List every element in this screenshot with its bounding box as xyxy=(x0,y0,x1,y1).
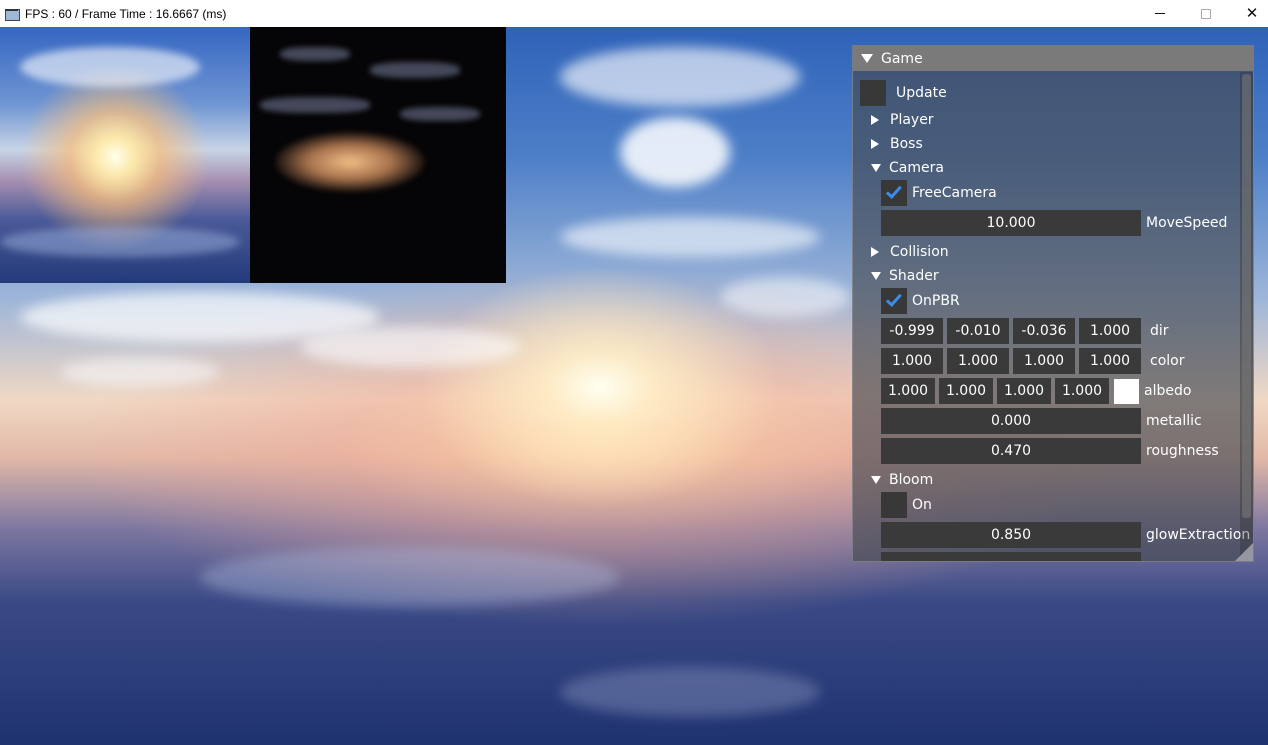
preview-sun-glow xyxy=(275,132,425,192)
skybox-preview xyxy=(0,27,250,283)
preview-cloud xyxy=(370,62,460,78)
albedo-r-drag[interactable]: 1.000 xyxy=(881,378,935,404)
minimize-icon xyxy=(1155,13,1165,14)
movespeed-label: MoveSpeed xyxy=(1146,215,1228,231)
close-icon: ✕ xyxy=(1245,4,1259,22)
color-r-drag[interactable]: 1.000 xyxy=(881,348,943,374)
tree-node-shader[interactable]: Shader xyxy=(871,264,939,288)
albedo-color-swatch[interactable] xyxy=(1114,378,1139,404)
update-row: Update xyxy=(860,80,947,106)
movespeed-drag[interactable]: 10.000 xyxy=(881,210,1141,236)
bloom-on-row: On xyxy=(881,492,932,518)
close-button[interactable]: ✕ xyxy=(1229,0,1268,27)
scrollbar-thumb[interactable] xyxy=(1242,74,1251,518)
metallic-label: metallic xyxy=(1146,413,1202,429)
preview-cloud xyxy=(0,227,240,257)
panel-content: Update Player Boss Camera FreeCamera 10.… xyxy=(853,72,1250,561)
albedo-label: albedo xyxy=(1144,383,1192,399)
tree-node-label: Camera xyxy=(889,160,944,176)
game-debug-panel[interactable]: Game Update Player Boss Camera FreeCamer… xyxy=(852,45,1254,562)
panel-scrollbar[interactable] xyxy=(1240,72,1253,561)
bloom-on-checkbox[interactable] xyxy=(881,492,907,518)
sky-cloud xyxy=(560,217,820,257)
window-titlebar[interactable]: FPS : 60 / Frame Time : 16.6667 (ms) ✕ xyxy=(0,0,1268,27)
horizon-reflection xyxy=(560,667,820,717)
maximize-button[interactable] xyxy=(1183,0,1229,27)
color-label: color xyxy=(1150,353,1185,369)
checkmark-icon xyxy=(885,289,902,307)
roughness-row: 0.470 roughness xyxy=(881,438,1219,464)
minimize-button[interactable] xyxy=(1137,0,1183,27)
update-label: Update xyxy=(896,85,947,101)
tree-node-camera[interactable]: Camera xyxy=(871,156,944,180)
color-a-drag[interactable]: 1.000 xyxy=(1079,348,1141,374)
freecamera-label: FreeCamera xyxy=(912,185,997,201)
clipped-drag[interactable] xyxy=(881,552,1141,561)
clipped-row xyxy=(881,552,1141,561)
tree-node-boss[interactable]: Boss xyxy=(871,132,923,156)
dir-x-drag[interactable]: -0.999 xyxy=(881,318,943,344)
onpbr-label: OnPBR xyxy=(912,293,960,309)
tree-node-label: Boss xyxy=(890,136,923,152)
dir-z-drag[interactable]: -0.036 xyxy=(1013,318,1075,344)
freecamera-row: FreeCamera xyxy=(881,180,997,206)
dir-label: dir xyxy=(1150,323,1169,339)
albedo-row: 1.000 1.000 1.000 1.000 albedo xyxy=(881,378,1191,404)
onpbr-row: OnPBR xyxy=(881,288,960,314)
horizon-reflection xyxy=(200,547,620,607)
update-checkbox[interactable] xyxy=(860,80,886,106)
metallic-row: 0.000 metallic xyxy=(881,408,1202,434)
metallic-drag[interactable]: 0.000 xyxy=(881,408,1141,434)
collapse-arrow-icon xyxy=(871,164,881,172)
tree-node-label: Shader xyxy=(889,268,939,284)
maximize-icon xyxy=(1201,8,1211,19)
preview-cloud xyxy=(400,107,480,121)
collapse-arrow-icon xyxy=(871,272,881,280)
resize-grip[interactable] xyxy=(1235,543,1253,561)
tree-node-collision[interactable]: Collision xyxy=(871,240,949,264)
dir-w-drag[interactable]: 1.000 xyxy=(1079,318,1141,344)
panel-title: Game xyxy=(881,50,923,67)
sky-cloud xyxy=(300,327,520,367)
color-b-drag[interactable]: 1.000 xyxy=(1013,348,1075,374)
color-g-drag[interactable]: 1.000 xyxy=(947,348,1009,374)
movespeed-row: 10.000 MoveSpeed xyxy=(881,210,1227,236)
tree-node-bloom[interactable]: Bloom xyxy=(871,468,933,492)
checkmark-icon xyxy=(885,181,902,199)
preview-cloud xyxy=(20,47,200,87)
expand-arrow-icon xyxy=(871,247,879,257)
preview-cloud xyxy=(260,97,370,113)
sky-cloud xyxy=(560,47,800,107)
color-row: 1.000 1.000 1.000 1.000 color xyxy=(881,348,1184,374)
glow-extraction-row: 0.850 glowExtraction xyxy=(881,522,1250,548)
bloom-extraction-preview xyxy=(250,27,506,283)
dir-y-drag[interactable]: -0.010 xyxy=(947,318,1009,344)
tree-node-label: Player xyxy=(890,112,934,128)
preview-cloud xyxy=(280,47,350,61)
app-icon xyxy=(4,6,20,22)
sky-cloud xyxy=(620,117,730,187)
tree-node-player[interactable]: Player xyxy=(871,108,934,132)
window-title: FPS : 60 / Frame Time : 16.6667 (ms) xyxy=(25,6,227,21)
tree-node-label: Collision xyxy=(890,244,949,260)
freecamera-checkbox[interactable] xyxy=(881,180,907,206)
collapse-arrow-icon xyxy=(871,476,881,484)
tree-node-label: Bloom xyxy=(889,472,934,488)
albedo-b-drag[interactable]: 1.000 xyxy=(997,378,1051,404)
glow-extraction-drag[interactable]: 0.850 xyxy=(881,522,1141,548)
collapse-arrow-icon[interactable] xyxy=(861,54,873,63)
roughness-label: roughness xyxy=(1146,443,1219,459)
expand-arrow-icon xyxy=(871,139,879,149)
sky-cloud xyxy=(60,357,220,387)
sky-cloud xyxy=(720,277,850,317)
glow-extraction-label: glowExtraction xyxy=(1146,527,1251,543)
bloom-on-label: On xyxy=(912,497,932,513)
albedo-g-drag[interactable]: 1.000 xyxy=(939,378,993,404)
dir-row: -0.999 -0.010 -0.036 1.000 dir xyxy=(881,318,1169,344)
roughness-drag[interactable]: 0.470 xyxy=(881,438,1141,464)
expand-arrow-icon xyxy=(871,115,879,125)
panel-titlebar[interactable]: Game xyxy=(853,46,1253,71)
albedo-a-drag[interactable]: 1.000 xyxy=(1055,378,1109,404)
onpbr-checkbox[interactable] xyxy=(881,288,907,314)
